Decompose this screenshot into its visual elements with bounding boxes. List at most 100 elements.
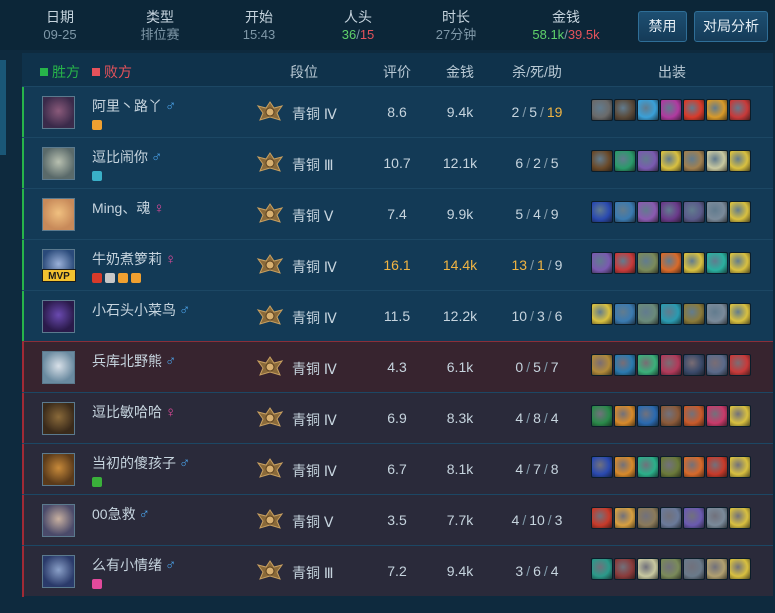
equipment-item-icon[interactable] [706,558,728,580]
equipment-item-icon[interactable] [614,405,636,427]
champion-avatar[interactable] [42,198,75,231]
player-name[interactable]: 小石头小菜鸟 ♂ [92,300,190,320]
equipment-item-icon[interactable] [706,507,728,529]
equipment-item-icon[interactable] [706,99,728,121]
equipment-item-icon[interactable] [706,405,728,427]
equipment-item-icon[interactable] [683,252,705,274]
equipment-item-icon[interactable] [683,507,705,529]
equipment-item-icon[interactable] [614,99,636,121]
equipment-item-icon[interactable] [683,99,705,121]
equipment-item-icon[interactable] [660,303,682,325]
equipment-item-icon[interactable] [614,558,636,580]
equipment-item-icon[interactable] [706,303,728,325]
table-row[interactable]: 么有小情绪 ♂ 青铜 Ⅲ 7.2 9.4k 3/6/4 [22,545,773,597]
equipment-item-icon[interactable] [637,150,659,172]
equipment-item-icon[interactable] [637,99,659,121]
equipment-item-icon[interactable] [683,456,705,478]
equipment-item-icon[interactable] [660,354,682,376]
equipment-item-icon[interactable] [683,303,705,325]
equipment-item-icon[interactable] [729,456,751,478]
equipment-item-icon[interactable] [729,507,751,529]
equipment-item-icon[interactable] [729,150,751,172]
equipment-item-icon[interactable] [591,150,613,172]
equipment-item-icon[interactable] [637,252,659,274]
table-row[interactable]: 兵库北野熊 ♂ 青铜 Ⅳ 4.3 6.1k 0/5/7 [22,341,773,393]
ban-button[interactable]: 禁用 [638,11,687,42]
equipment-item-icon[interactable] [729,99,751,121]
equipment-item-icon[interactable] [637,558,659,580]
table-row[interactable]: 当初的傻孩子 ♂ 青铜 Ⅳ 6.7 8.1k 4/7/8 [22,443,773,495]
table-row[interactable]: 逗比敏哈哈 ♀ 青铜 Ⅳ 6.9 8.3k 4/8/4 [22,392,773,444]
equipment-item-icon[interactable] [660,99,682,121]
player-name[interactable]: 逗比敏哈哈 ♀ [92,402,176,422]
equipment-item-icon[interactable] [637,405,659,427]
champion-avatar[interactable] [42,453,75,486]
equipment-item-icon[interactable] [614,150,636,172]
table-row[interactable]: MVP 牛奶煮箩莉 ♀ 青铜 Ⅳ 16.1 14.4k 13/1/9 [22,239,773,291]
equipment-item-icon[interactable] [614,456,636,478]
equipment-item-icon[interactable] [614,354,636,376]
equipment-item-icon[interactable] [706,201,728,223]
equipment-item-icon[interactable] [660,150,682,172]
equipment-item-icon[interactable] [591,201,613,223]
equipment-item-icon[interactable] [729,303,751,325]
equipment-item-icon[interactable] [706,252,728,274]
equipment-item-icon[interactable] [683,354,705,376]
equipment-item-icon[interactable] [660,456,682,478]
equipment-item-icon[interactable] [614,252,636,274]
equipment-item-icon[interactable] [637,303,659,325]
equipment-item-icon[interactable] [706,354,728,376]
equipment-item-icon[interactable] [683,201,705,223]
equipment-item-icon[interactable] [591,303,613,325]
equipment-item-icon[interactable] [637,507,659,529]
equipment-item-icon[interactable] [660,507,682,529]
equipment-item-icon[interactable] [660,405,682,427]
equipment-item-icon[interactable] [706,150,728,172]
equipment-item-icon[interactable] [660,252,682,274]
equipment-item-icon[interactable] [683,150,705,172]
player-name[interactable]: 么有小情绪 ♂ [92,555,176,575]
player-name[interactable]: 牛奶煮箩莉 ♀ [92,249,176,269]
champion-avatar[interactable] [42,402,75,435]
equipment-item-icon[interactable] [660,201,682,223]
equipment-item-icon[interactable] [729,252,751,274]
player-name[interactable]: 逗比闹你 ♂ [92,147,162,167]
equipment-item-icon[interactable] [591,456,613,478]
equipment-item-icon[interactable] [591,252,613,274]
table-row[interactable]: 00急救 ♂ 青铜 Ⅴ 3.5 7.7k 4/10/3 [22,494,773,546]
champion-avatar[interactable] [42,147,75,180]
equipment-item-icon[interactable] [614,201,636,223]
equipment-item-icon[interactable] [729,405,751,427]
player-name[interactable]: Ming、魂 ♀ [92,198,165,218]
champion-avatar[interactable] [42,555,75,588]
table-row[interactable]: 逗比闹你 ♂ 青铜 Ⅲ 10.7 12.1k 6/2/5 [22,137,773,189]
champion-avatar[interactable] [42,351,75,384]
equipment-item-icon[interactable] [637,456,659,478]
player-name[interactable]: 当初的傻孩子 ♂ [92,453,190,473]
equipment-item-icon[interactable] [614,507,636,529]
equipment-item-icon[interactable] [706,456,728,478]
equipment-item-icon[interactable] [683,558,705,580]
equipment-item-icon[interactable] [729,558,751,580]
equipment-item-icon[interactable] [729,354,751,376]
equipment-item-icon[interactable] [637,201,659,223]
equipment-item-icon[interactable] [614,303,636,325]
equipment-item-icon[interactable] [660,558,682,580]
equipment-item-icon[interactable] [591,507,613,529]
equipment-item-icon[interactable] [591,558,613,580]
match-analysis-button[interactable]: 对局分析 [694,11,768,42]
equipment-item-icon[interactable] [637,354,659,376]
table-row[interactable]: 阿里丶路丫 ♂ 青铜 Ⅳ 8.6 9.4k 2/5/19 [22,86,773,138]
table-row[interactable]: Ming、魂 ♀ 青铜 Ⅴ 7.4 9.9k 5/4/9 [22,188,773,240]
player-name[interactable]: 阿里丶路丫 ♂ [92,96,176,116]
champion-avatar[interactable] [42,300,75,333]
equipment-item-icon[interactable] [591,405,613,427]
equipment-item-icon[interactable] [591,99,613,121]
table-row[interactable]: 小石头小菜鸟 ♂ 青铜 Ⅳ 11.5 12.2k 10/3/6 [22,290,773,342]
player-name[interactable]: 兵库北野熊 ♂ [92,351,176,371]
equipment-item-icon[interactable] [591,354,613,376]
equipment-item-icon[interactable] [729,201,751,223]
champion-avatar[interactable] [42,96,75,129]
champion-avatar[interactable] [42,504,75,537]
equipment-item-icon[interactable] [683,405,705,427]
